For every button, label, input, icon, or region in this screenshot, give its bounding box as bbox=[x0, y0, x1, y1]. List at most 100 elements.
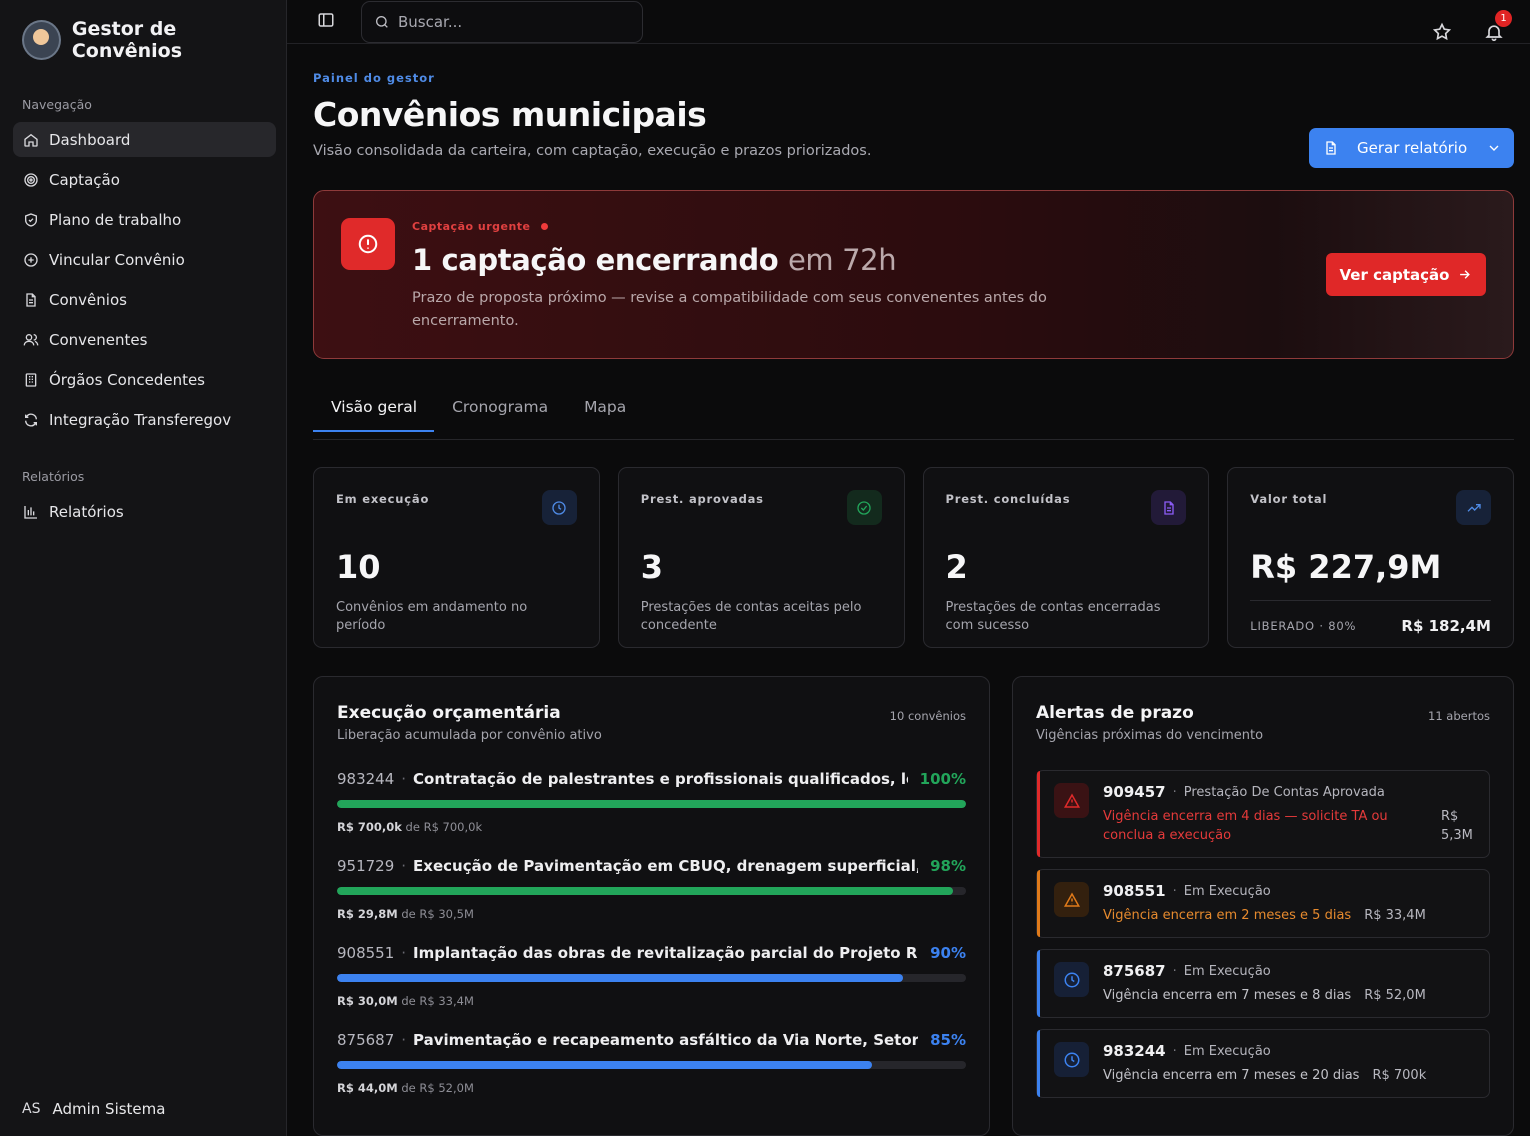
table-row[interactable]: 908551 · Implantação das obras de revitali… bbox=[337, 944, 966, 1008]
urgent-title-muted: em 72h bbox=[787, 243, 897, 277]
view-captacao-button[interactable]: Ver captação bbox=[1326, 253, 1486, 296]
budget-execution-panel: Execução orçamentária Liberação acumulad… bbox=[313, 676, 990, 1136]
sidebar-item-captacao[interactable]: Captação bbox=[13, 162, 276, 197]
generate-report-button[interactable]: Gerar relatório bbox=[1309, 128, 1514, 168]
panels-row: Execução orçamentária Liberação acumulad… bbox=[313, 676, 1514, 1136]
agreement-code: 908551 bbox=[1103, 882, 1166, 900]
agreement-code: 909457 bbox=[1103, 783, 1166, 801]
sidebar-item-dashboard[interactable]: Dashboard bbox=[13, 122, 276, 157]
agreement-name: Contratação de palestrantes e profission… bbox=[413, 770, 908, 788]
urgent-alert-banner: Captação urgente 1 captação encerrando e… bbox=[313, 190, 1514, 359]
progress-bar bbox=[337, 887, 966, 895]
sidebar-item-plano-de-trabalho[interactable]: Plano de trabalho bbox=[13, 202, 276, 237]
alert-triangle-icon bbox=[1054, 783, 1089, 818]
alert-body: 983244 · Em Execução Vigência encerra em 7 … bbox=[1103, 1030, 1489, 1097]
deadline-message: Vigência encerra em 7 meses e 8 dias bbox=[1103, 988, 1352, 1003]
progress-bar bbox=[337, 800, 966, 808]
sidebar-item-convenentes[interactable]: Convenentes bbox=[13, 322, 276, 357]
total-amount: R$ 33,4M bbox=[419, 994, 474, 1008]
amount-of: de bbox=[401, 1081, 416, 1095]
stat-footer: LIBERADO · 80% R$ 182,4M bbox=[1250, 600, 1491, 635]
user-menu[interactable]: AS Admin Sistema bbox=[22, 1100, 165, 1118]
panel-title: Execução orçamentária bbox=[337, 703, 561, 723]
deadline-alerts-panel: Alertas de prazo Vigências próximas do v… bbox=[1012, 676, 1514, 1136]
deadline-message: Vigência encerra em 7 meses e 20 dias bbox=[1103, 1068, 1360, 1083]
refresh-icon bbox=[22, 411, 40, 429]
sidebar-item-convenios[interactable]: Convênios bbox=[13, 282, 276, 317]
table-row[interactable]: 875687 · Pavimentação e recapeamento asfál… bbox=[337, 1031, 966, 1095]
progress-bar bbox=[337, 1061, 966, 1069]
agreement-status: Prestação De Contas Aprovada bbox=[1183, 784, 1385, 800]
urgent-title: 1 captação encerrando em 72h bbox=[412, 243, 897, 277]
stat-label: Prest. concluídas bbox=[945, 492, 1071, 506]
table-row[interactable]: 983244 · Contratação de palestrantes e pro… bbox=[337, 770, 966, 834]
agreement-code: 983244 bbox=[337, 770, 395, 788]
stat-label: Em execução bbox=[336, 492, 430, 506]
user-name: Admin Sistema bbox=[52, 1100, 166, 1118]
star-icon[interactable] bbox=[1432, 22, 1452, 46]
nav-group-label: Navegação bbox=[22, 97, 92, 112]
urgent-description: Prazo de proposta próximo — revise a com… bbox=[412, 290, 1047, 329]
sidebar-item-orgaos-concedentes[interactable]: Órgãos Concedentes bbox=[13, 362, 276, 397]
list-item[interactable]: 875687 · Em Execução Vigência encerra em 7 … bbox=[1036, 949, 1490, 1018]
check-circle-icon bbox=[846, 490, 882, 525]
alert-circle-icon bbox=[341, 218, 395, 270]
tab-cronograma[interactable]: Cronograma bbox=[434, 383, 566, 431]
sidebar-item-label: Convenentes bbox=[49, 330, 148, 349]
table-row[interactable]: 951729 · Execução de Pavimentação em CBUQ,… bbox=[337, 857, 966, 921]
stat-desc: Prestações de contas aceitas pelo conced… bbox=[640, 600, 862, 633]
sidebar-item-integracao-transferegov[interactable]: Integração Transferegov bbox=[13, 402, 276, 437]
amount-line: R$ 44,0M de R$ 52,0M bbox=[337, 1081, 966, 1095]
alert-head: 909457 · Prestação De Contas Aprovada bbox=[1103, 783, 1489, 801]
target-icon bbox=[22, 171, 40, 189]
tab-mapa[interactable]: Mapa bbox=[566, 383, 644, 431]
sidebar-item-label: Órgãos Concedentes bbox=[49, 370, 205, 389]
file-text-icon bbox=[1151, 490, 1187, 525]
progress-bar-fill bbox=[337, 974, 904, 982]
stat-card-prest-aprovadas: Prest. aprovadas 3 Prestações de contas … bbox=[617, 467, 905, 648]
list-item[interactable]: 983244 · Em Execução Vigência encerra em 7 … bbox=[1036, 1029, 1490, 1098]
sidebar-toggle-button[interactable] bbox=[317, 11, 335, 33]
brand[interactable]: Gestor de Convênios bbox=[0, 0, 286, 80]
alert-head: 875687 · Em Execução bbox=[1103, 962, 1489, 980]
panel-subtitle: Liberação acumulada por convênio ativo bbox=[337, 728, 602, 743]
agreement-code: 875687 bbox=[1103, 962, 1166, 980]
stat-value: 2 bbox=[945, 548, 968, 586]
agreement-name: Execução de Pavimentação em CBUQ, drenag… bbox=[413, 857, 919, 875]
notifications-button[interactable]: 1 bbox=[1484, 10, 1512, 46]
alert-triangle-icon bbox=[1054, 882, 1089, 917]
agreement-name: Pavimentação e recapeamento asfáltico da… bbox=[413, 1031, 919, 1049]
stat-label: Valor total bbox=[1250, 492, 1328, 506]
sidebar-item-relatorios[interactable]: Relatórios bbox=[13, 494, 276, 529]
alert-line: Vigência encerra em 7 meses e 20 dias R$ … bbox=[1103, 1066, 1489, 1085]
sidebar-item-vincular-convenio[interactable]: Vincular Convênio bbox=[13, 242, 276, 277]
agreement-code: 983244 bbox=[1103, 1042, 1166, 1060]
stat-card-em-execucao: Em execução 10 Convênios em andamento no… bbox=[313, 467, 600, 648]
total-amount: R$ 700,0k bbox=[423, 820, 483, 834]
panel-count: 10 convênios bbox=[889, 709, 966, 723]
avatar: AS bbox=[22, 1101, 41, 1117]
alert-head: 908551 · Em Execução bbox=[1103, 882, 1489, 900]
brand-title: Gestor de Convênios bbox=[71, 18, 183, 62]
agreement-value: R$ 5,3M bbox=[1441, 809, 1473, 843]
agreement-value: R$ 52,0M bbox=[1364, 988, 1426, 1003]
severity-stripe bbox=[1037, 950, 1040, 1017]
alert-body: 908551 · Em Execução Vigência encerra em 2 … bbox=[1103, 870, 1489, 937]
released-label: LIBERADO · 80% bbox=[1250, 619, 1357, 633]
home-icon bbox=[22, 131, 40, 149]
list-item[interactable]: 909457 · Prestação De Contas Aprovada Vigên… bbox=[1036, 770, 1490, 858]
building-icon bbox=[22, 371, 40, 389]
deadline-list: 909457 · Prestação De Contas Aprovada Vigên… bbox=[1036, 770, 1490, 1098]
nav-group-label: Relatórios bbox=[22, 469, 85, 484]
search-box bbox=[361, 0, 643, 43]
total-amount: R$ 52,0M bbox=[419, 1081, 474, 1095]
search-input[interactable] bbox=[398, 12, 618, 31]
list-item[interactable]: 908551 · Em Execução Vigência encerra em 2 … bbox=[1036, 869, 1490, 938]
clock-icon bbox=[541, 490, 577, 525]
users-icon bbox=[22, 331, 40, 349]
alert-body: 909457 · Prestação De Contas Aprovada Vigên… bbox=[1103, 771, 1489, 857]
stats-row: Em execução 10 Convênios em andamento no… bbox=[313, 467, 1514, 648]
tab-visao-geral[interactable]: Visão geral bbox=[313, 383, 435, 432]
clock-icon bbox=[1054, 962, 1089, 997]
file-text-icon bbox=[1326, 141, 1336, 155]
